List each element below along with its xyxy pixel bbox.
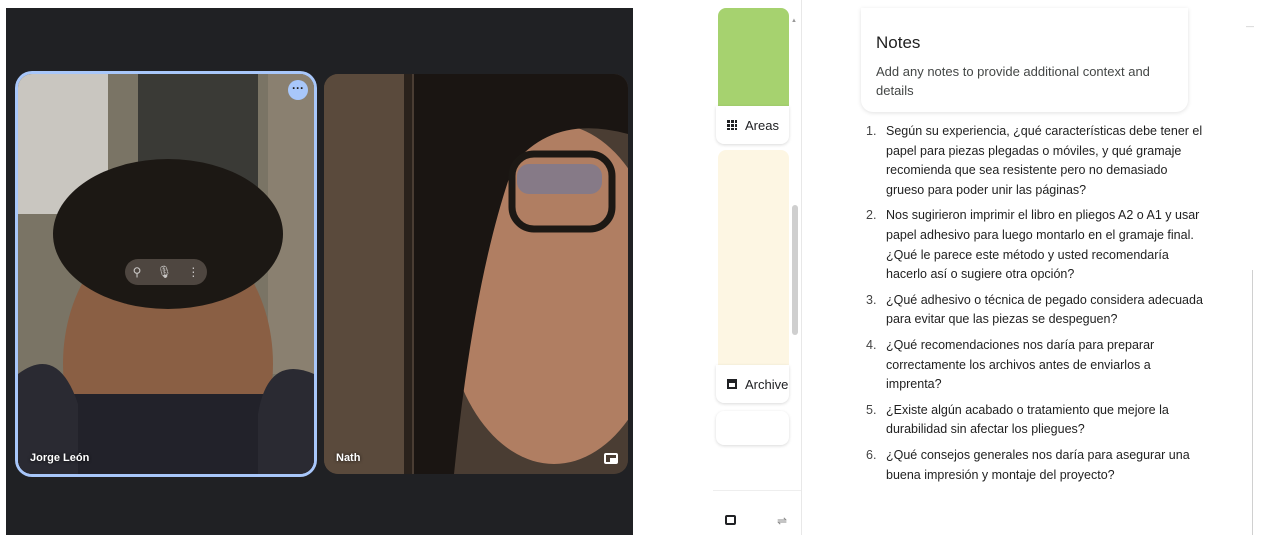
question-item: 3. ¿Qué adhesivo o técnica de pegado con…	[866, 291, 1206, 330]
scroll-up-icon[interactable]: ▲	[791, 18, 797, 24]
inbox-icon[interactable]	[725, 515, 736, 525]
archive-icon	[727, 379, 737, 389]
sidebar-scrollbar[interactable]	[792, 205, 798, 335]
participant-tile-jorge[interactable]: ··· ⚲ 🎙 ⋮ Jorge León	[18, 74, 314, 474]
more-vert-icon[interactable]: ⋮	[187, 265, 199, 279]
participant-name: Jorge León	[30, 452, 90, 464]
question-number: 2.	[866, 208, 877, 223]
tune-icon[interactable]: ⇌	[777, 514, 787, 528]
notes-placeholder[interactable]: Add any notes to provide additional cont…	[876, 62, 1176, 100]
question-text: ¿Qué adhesivo o técnica de pegado consid…	[886, 292, 1203, 327]
grid-icon	[727, 120, 737, 130]
right-divider	[1252, 270, 1253, 535]
question-number: 3.	[866, 292, 877, 307]
project-sidebar: ▲ Areas Archive ⇌	[713, 0, 802, 535]
tile-hover-controls: ⚲ 🎙 ⋮	[125, 259, 207, 285]
window-control-icon[interactable]: —	[1246, 22, 1254, 31]
question-number: 1.	[866, 124, 877, 138]
empty-card[interactable]	[716, 411, 789, 445]
questions-list: 1. Según su experiencia, ¿qué caracterís…	[866, 122, 1206, 491]
question-text: Según su experiencia, ¿qué característic…	[886, 124, 1203, 197]
video-grid: ··· ⚲ 🎙 ⋮ Jorge León Nath	[6, 8, 633, 535]
question-item: 6. ¿Qué consejos generales nos daría par…	[866, 446, 1206, 485]
areas-card-label[interactable]: Areas	[716, 106, 789, 144]
footer-divider	[713, 490, 801, 491]
video-call-panel: ··· ⚲ 🎙 ⋮ Jorge León Nath	[0, 0, 633, 535]
more-options-icon[interactable]: ···	[288, 80, 308, 100]
question-text: Nos sugirieron imprimir el libro en plie…	[886, 208, 1200, 282]
question-item: 4. ¿Qué recomendaciones nos daría para p…	[866, 336, 1206, 395]
participant-name: Nath	[336, 452, 361, 464]
question-text: ¿Existe algún acabado o tratamiento que …	[886, 402, 1169, 437]
pin-icon[interactable]: ⚲	[133, 265, 142, 279]
question-item: 2. Nos sugirieron imprimir el libro en p…	[866, 206, 1206, 284]
question-item: 5. ¿Existe algún acabado o tratamiento q…	[866, 401, 1206, 440]
areas-card-preview[interactable]	[718, 8, 789, 106]
areas-label: Areas	[745, 117, 779, 133]
sidebar-divider	[801, 0, 802, 535]
question-text: ¿Qué consejos generales nos daría para a…	[886, 447, 1190, 482]
question-number: 6.	[866, 447, 877, 462]
question-text: ¿Qué recomendaciones nos daría para prep…	[886, 337, 1155, 392]
question-number: 5.	[866, 402, 877, 417]
notes-card[interactable]: Notes Add any notes to provide additiona…	[861, 8, 1188, 112]
question-number: 4.	[866, 337, 877, 352]
mic-icon[interactable]: 🎙	[157, 265, 172, 279]
archive-label: Archive	[745, 376, 789, 392]
archive-card-preview[interactable]	[718, 150, 789, 365]
archive-card-label[interactable]: Archive	[716, 365, 789, 403]
participant-video-nath	[324, 74, 628, 474]
participant-tile-nath[interactable]: Nath	[324, 74, 628, 474]
picture-in-picture-icon[interactable]	[604, 453, 618, 464]
notes-title: Notes	[876, 33, 921, 52]
question-item: 1. Según su experiencia, ¿qué caracterís…	[866, 122, 1206, 200]
